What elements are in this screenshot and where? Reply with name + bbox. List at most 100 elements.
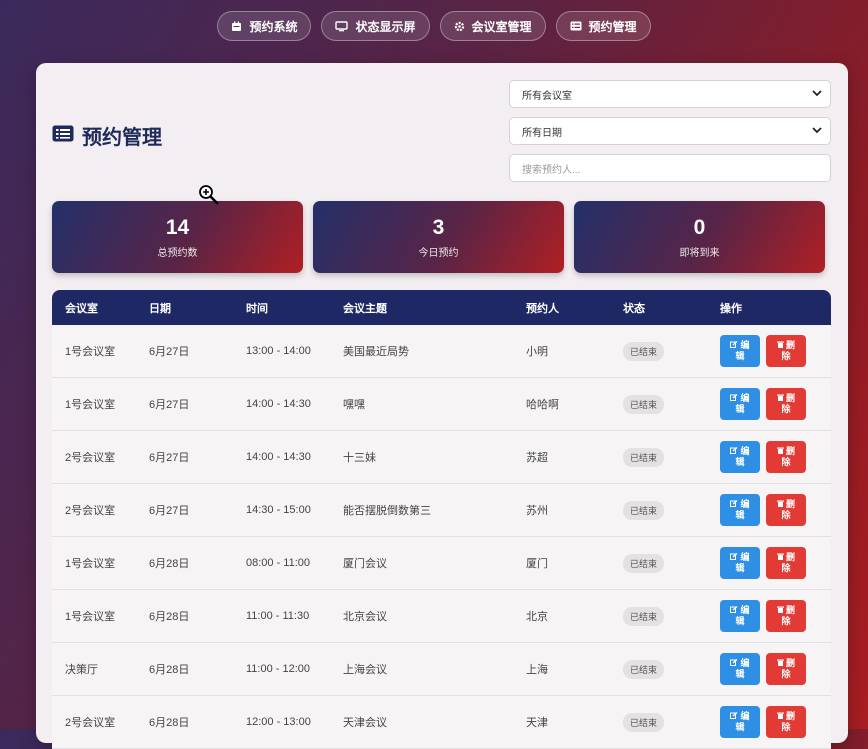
booker-search-input[interactable]: 搜索预约人... <box>509 154 831 182</box>
delete-button[interactable]: 删除 <box>766 388 806 420</box>
room-filter-select[interactable]: 所有会议室 <box>509 80 831 108</box>
delete-label: 删 <box>785 552 795 562</box>
delete-button[interactable]: 删除 <box>766 494 806 526</box>
cell-status: 已结束 <box>623 553 720 573</box>
stat-card-today: 3 今日预约 <box>313 201 564 273</box>
cell-booker: 上海 <box>526 664 548 676</box>
cell-date: 6月28日 <box>149 611 190 623</box>
cell-booker: 苏超 <box>526 452 548 464</box>
edit-button[interactable]: 编辑 <box>720 441 760 473</box>
cell-room: 1号会议室 <box>65 399 116 411</box>
delete-button[interactable]: 删除 <box>766 441 806 473</box>
cell-booker: 天津 <box>526 717 548 729</box>
edit-icon <box>730 658 738 669</box>
cell-booker: 苏州 <box>526 505 548 517</box>
edit-label: 编 <box>740 340 750 350</box>
delete-label: 除 <box>781 351 791 361</box>
status-badge: 已结束 <box>623 500 665 520</box>
cell-actions: 编辑删除 <box>720 706 831 738</box>
cell-topic: 十三妹 <box>343 452 376 464</box>
room-filter-value: 所有会议室 <box>522 90 572 102</box>
delete-button[interactable]: 删除 <box>766 706 806 738</box>
status-badge: 已结束 <box>623 606 665 626</box>
delete-button[interactable]: 删除 <box>766 547 806 579</box>
edit-label: 辑 <box>735 722 745 732</box>
stat-card-upcoming: 0 即将到来 <box>574 201 825 273</box>
delete-button[interactable]: 删除 <box>766 653 806 685</box>
zoom-cursor-icon <box>198 184 220 211</box>
delete-label: 除 <box>781 404 791 414</box>
cell-actions: 编辑删除 <box>720 494 831 526</box>
edit-label: 辑 <box>735 616 745 626</box>
nav-booking-management-button[interactable]: 预约管理 <box>555 11 651 41</box>
column-header: 会议主题 <box>343 302 387 315</box>
cell-booker: 小明 <box>526 346 548 358</box>
edit-button[interactable]: 编辑 <box>720 706 760 738</box>
stats-row: 14 总预约数 3 今日预约 0 即将到来 <box>52 201 825 273</box>
cell-time: 11:00 - 12:00 <box>246 663 311 675</box>
cell-actions: 编辑删除 <box>720 441 831 473</box>
edit-icon <box>730 711 738 722</box>
cell-status: 已结束 <box>623 659 720 679</box>
edit-label: 编 <box>740 711 750 721</box>
edit-icon <box>730 499 738 510</box>
gear-icon <box>454 21 465 32</box>
delete-label: 删 <box>785 499 795 509</box>
cell-actions: 编辑删除 <box>720 388 831 420</box>
cell-topic: 上海会议 <box>343 664 387 676</box>
cell-topic: 美国最近局势 <box>343 346 409 358</box>
edit-button[interactable]: 编辑 <box>720 335 760 367</box>
nav-status-display-button[interactable]: 状态显示屏 <box>321 11 430 41</box>
column-header: 时间 <box>246 302 268 315</box>
cell-status: 已结束 <box>623 606 720 626</box>
cell-date: 6月28日 <box>149 664 190 676</box>
table-row: 2号会议室 6月28日 12:00 - 13:00 天津会议 天津 已结束编辑删除 <box>52 696 831 749</box>
nav-label: 状态显示屏 <box>355 19 416 34</box>
cell-room: 1号会议室 <box>65 611 116 623</box>
delete-button[interactable]: 删除 <box>766 600 806 632</box>
table-row: 1号会议室 6月28日 11:00 - 11:30 北京会议 北京 已结束编辑删除 <box>52 590 831 643</box>
list-icon <box>52 125 74 147</box>
delete-label: 除 <box>781 457 791 467</box>
nav-booking-system-button[interactable]: 预约系统 <box>217 11 312 41</box>
cell-date: 6月27日 <box>149 505 190 517</box>
edit-label: 编 <box>740 446 750 456</box>
nav-label: 预约管理 <box>588 19 637 34</box>
edit-button[interactable]: 编辑 <box>720 547 760 579</box>
delete-button[interactable]: 删除 <box>766 335 806 367</box>
nav-label: 会议室管理 <box>471 19 532 34</box>
cell-actions: 编辑删除 <box>720 547 831 579</box>
cell-date: 6月27日 <box>149 452 190 464</box>
edit-icon <box>730 340 738 351</box>
edit-button[interactable]: 编辑 <box>720 653 760 685</box>
main-panel: 预约管理 所有会议室 所有日期 搜索预约人... 14 总预约数 3 今日预约 <box>36 63 848 749</box>
delete-label: 删 <box>785 446 795 456</box>
edit-label: 辑 <box>735 563 745 573</box>
edit-icon <box>730 605 738 616</box>
cell-status: 已结束 <box>623 447 720 467</box>
delete-label: 删 <box>785 393 795 403</box>
edit-label: 编 <box>740 605 750 615</box>
cell-booker: 厦门 <box>526 558 548 570</box>
edit-icon <box>730 552 738 563</box>
chevron-down-icon <box>812 89 822 100</box>
column-header: 预约人 <box>526 302 559 315</box>
edit-button[interactable]: 编辑 <box>720 388 760 420</box>
cell-topic: 嘿嘿 <box>343 399 365 411</box>
edit-button[interactable]: 编辑 <box>720 600 760 632</box>
date-filter-select[interactable]: 所有日期 <box>509 117 831 145</box>
stat-label: 即将到来 <box>679 247 720 259</box>
status-badge: 已结束 <box>623 394 665 414</box>
cell-status: 已结束 <box>623 341 720 361</box>
delete-label: 除 <box>781 616 791 626</box>
cell-date: 6月28日 <box>149 558 190 570</box>
trash-icon <box>776 446 784 457</box>
trash-icon <box>776 711 784 722</box>
edit-button[interactable]: 编辑 <box>720 494 760 526</box>
nav-room-management-button[interactable]: 会议室管理 <box>439 11 546 41</box>
table-body: 1号会议室 6月27日 13:00 - 14:00 美国最近局势 小明 已结束编辑删除 1号… <box>52 325 831 749</box>
trash-icon <box>776 605 784 616</box>
cell-topic: 厦门会议 <box>343 558 387 570</box>
top-nav: 预约系统 状态显示屏 会议室管理 预约管理 <box>0 11 868 41</box>
cell-topic: 能否摆脱倒数第三 <box>343 505 431 517</box>
